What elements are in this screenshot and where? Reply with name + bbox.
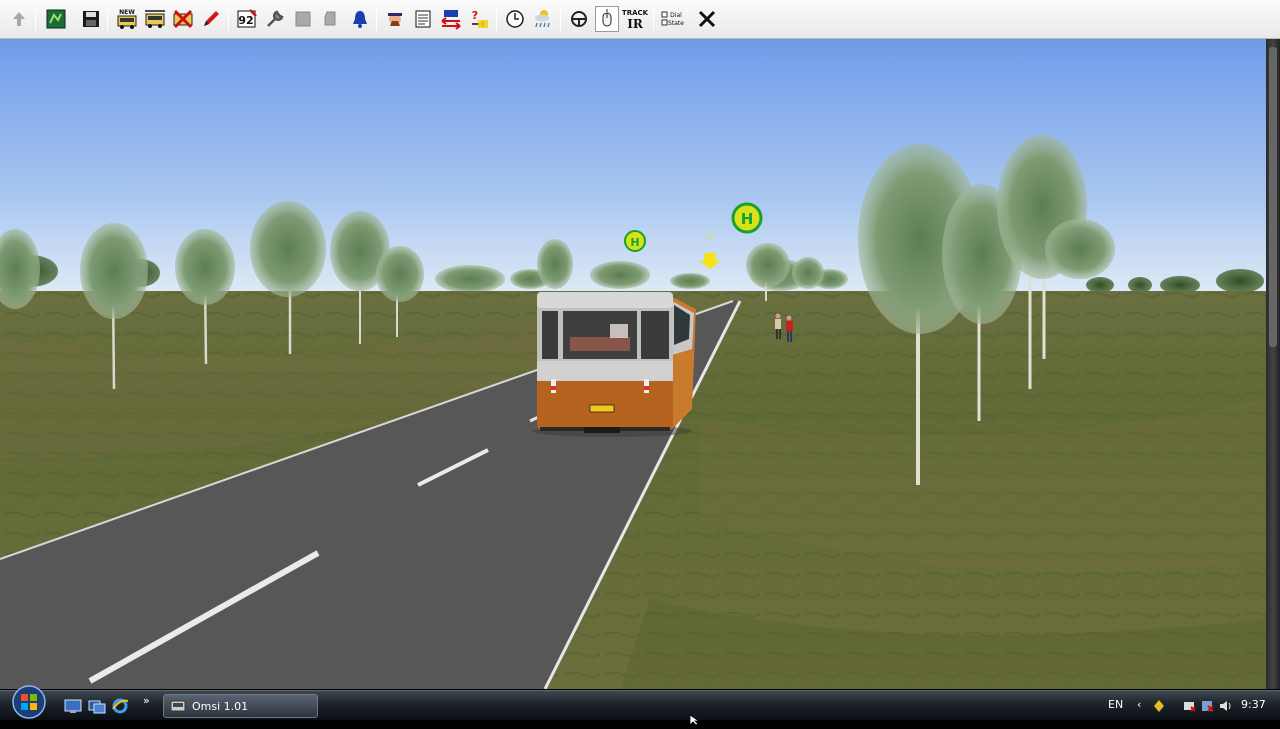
toolbar: NEW 92 ? TRACK IR Dial State: [0, 0, 1280, 39]
wrench-icon[interactable]: [263, 6, 287, 32]
bus-stop-marker-far: H: [624, 230, 646, 252]
bus-stop-marker-near: H: [731, 202, 763, 234]
gray-seat-icon[interactable]: [319, 6, 343, 32]
language-indicator[interactable]: EN: [1108, 698, 1123, 711]
up-arrow-icon[interactable]: [7, 6, 31, 32]
mouse-icon[interactable]: [595, 6, 619, 32]
help-icon[interactable]: ?: [467, 6, 491, 32]
switch-windows-icon[interactable]: [88, 697, 106, 715]
svg-text:92: 92: [238, 14, 253, 27]
tray-clock[interactable]: 9:37: [1241, 698, 1266, 711]
driver-icon[interactable]: [383, 6, 407, 32]
tray-safely-remove-icon[interactable]: [1182, 698, 1196, 712]
internet-explorer-icon[interactable]: [111, 697, 129, 715]
taskbar-button-label: Omsi 1.01: [192, 699, 249, 713]
save-icon[interactable]: [79, 6, 103, 32]
taskbar-button-omsi[interactable]: Omsi 1.01: [163, 694, 318, 718]
tray-expand-icon[interactable]: ‹: [1137, 698, 1151, 712]
omsi-app-icon: [170, 700, 186, 712]
dial-state-icon[interactable]: Dial State: [660, 6, 686, 32]
delete-bus-icon[interactable]: [171, 6, 195, 32]
svg-text:H: H: [741, 210, 754, 228]
map-icon[interactable]: [44, 6, 68, 32]
taskbar: » Omsi 1.01 EN ‹ 9:37: [0, 690, 1280, 720]
timetable-icon[interactable]: [411, 6, 435, 32]
svg-text:IR: IR: [627, 17, 644, 31]
new-label: NEW: [119, 9, 135, 16]
svg-text:?: ?: [472, 9, 478, 22]
clock-icon[interactable]: [503, 6, 527, 32]
bus: [532, 292, 696, 437]
side-scrollbar[interactable]: [1266, 39, 1280, 689]
steering-wheel-icon[interactable]: [567, 6, 591, 32]
game-viewport[interactable]: H H: [0, 39, 1266, 689]
bell-icon[interactable]: [348, 6, 372, 32]
tray-volume-icon[interactable]: [1218, 698, 1232, 712]
svg-text:Dial: Dial: [670, 12, 682, 19]
svg-text:State: State: [668, 20, 684, 27]
quicklaunch-overflow[interactable]: »: [143, 694, 150, 707]
start-button[interactable]: [9, 685, 49, 720]
windows-logo-icon: [12, 685, 46, 719]
tray-network-icon[interactable]: [1152, 698, 1166, 712]
scene-render: H H: [0, 39, 1266, 689]
route-icon[interactable]: 92: [235, 6, 259, 32]
bus-select-icon[interactable]: [143, 6, 167, 32]
trackir-icon[interactable]: TRACK IR: [622, 6, 648, 32]
show-desktop-icon[interactable]: [64, 697, 82, 715]
close-icon[interactable]: [695, 6, 719, 32]
weather-icon[interactable]: [531, 6, 555, 32]
swap-icon[interactable]: [439, 6, 463, 32]
new-bus-icon[interactable]: NEW: [115, 6, 139, 32]
svg-text:H: H: [630, 236, 639, 249]
tray-power-icon[interactable]: [1200, 698, 1214, 712]
svg-text:TRACK: TRACK: [622, 9, 648, 17]
gray-box-icon[interactable]: [291, 6, 315, 32]
pencil-icon[interactable]: [199, 6, 223, 32]
